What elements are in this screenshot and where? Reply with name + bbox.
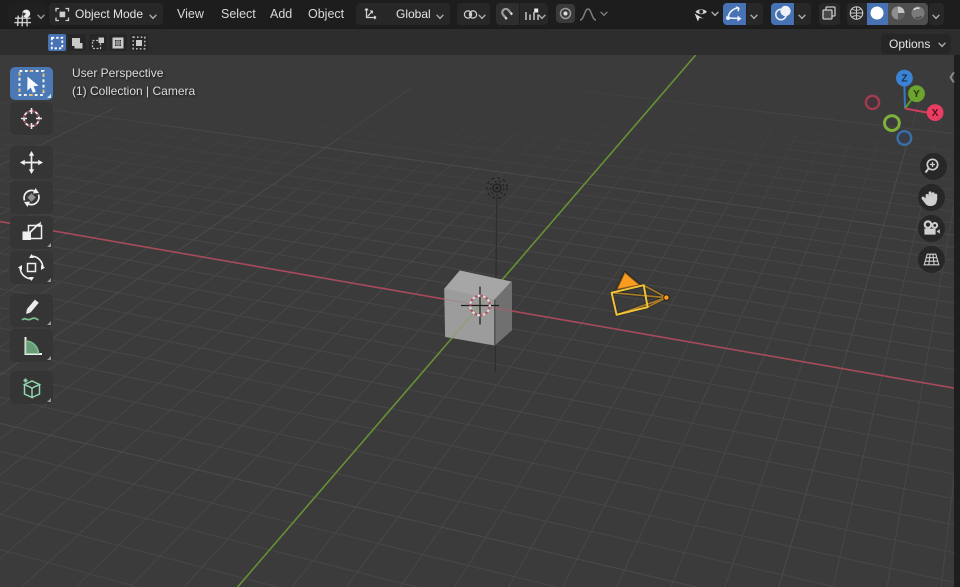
svg-text:X: X bbox=[932, 108, 939, 119]
svg-text:Y: Y bbox=[913, 89, 920, 100]
svg-text:Z: Z bbox=[901, 74, 907, 85]
